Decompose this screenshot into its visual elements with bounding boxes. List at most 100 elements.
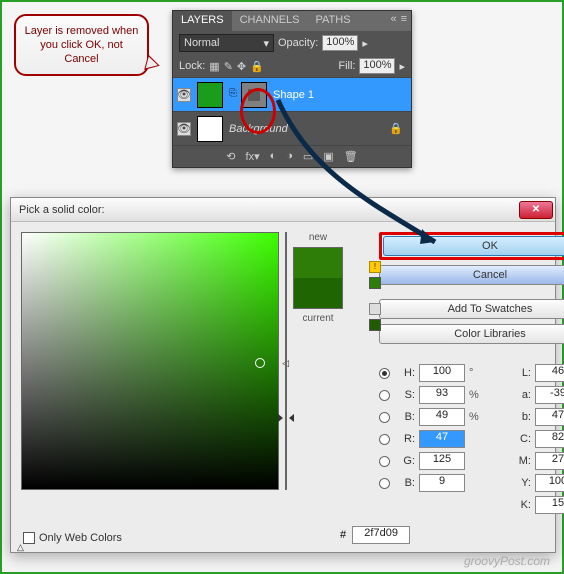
color-field[interactable] — [21, 232, 279, 490]
panel-menu-icon[interactable]: ≡ — [401, 13, 407, 29]
opacity-label: Opacity: — [278, 37, 318, 49]
radio-b[interactable] — [379, 412, 390, 423]
input-b[interactable]: 49 — [419, 408, 465, 426]
current-label: current — [302, 313, 333, 324]
color-compare-swatch — [293, 247, 343, 309]
adjustment-icon[interactable]: ◑ — [286, 150, 293, 163]
radio-h[interactable] — [379, 368, 390, 379]
input-g[interactable]: 125 — [419, 452, 465, 470]
tab-paths[interactable]: PATHS — [308, 11, 359, 31]
color-libraries-button[interactable]: Color Libraries — [379, 324, 564, 344]
layer-color-thumb[interactable] — [197, 82, 223, 108]
add-to-swatches-button[interactable]: Add To Swatches — [379, 299, 564, 319]
lock-transparent-icon[interactable]: ▦ — [209, 60, 219, 73]
close-button[interactable]: ✕ — [519, 201, 553, 219]
layers-footer: ⟲ fx▾ ◐ ◑ ▭ ▣ 🗑 — [173, 145, 411, 167]
current-color-swatch[interactable] — [294, 278, 342, 308]
label-m: M: — [513, 455, 531, 467]
blend-mode-value: Normal — [184, 37, 219, 49]
radio-r[interactable] — [379, 434, 390, 445]
layer-item-background[interactable]: 👁 Background 🔒 — [173, 111, 411, 145]
color-field-cursor — [255, 358, 265, 368]
hue-slider[interactable] — [285, 232, 287, 490]
link-layers-icon[interactable]: ⟲ — [226, 150, 235, 163]
group-icon[interactable]: ▭ — [303, 150, 313, 163]
visibility-toggle[interactable]: 👁 — [177, 122, 191, 136]
opacity-input[interactable]: 100% — [322, 35, 358, 51]
fill-label: Fill: — [338, 60, 355, 72]
fill-input[interactable]: 100% — [359, 58, 395, 74]
input-l[interactable]: 46 — [535, 364, 564, 382]
layer-thumb[interactable] — [197, 116, 223, 142]
gamut-warning-icon[interactable]: ! — [369, 261, 381, 273]
web-colors-checkbox[interactable] — [23, 532, 35, 544]
titlebar[interactable]: Pick a solid color: ✕ — [11, 198, 555, 222]
trash-icon[interactable]: 🗑 — [344, 150, 358, 163]
input-a[interactable]: -39 — [535, 386, 564, 404]
tab-layers[interactable]: LAYERS — [173, 11, 232, 31]
websafe-swatch[interactable] — [369, 319, 381, 331]
color-picker-dialog: Pick a solid color: ✕ ◁ △ new current ! — [10, 197, 556, 553]
radio-s[interactable] — [379, 390, 390, 401]
mask-icon[interactable]: ◐ — [270, 150, 277, 163]
label-y: Y: — [513, 477, 531, 489]
lock-label: Lock: — [179, 60, 205, 72]
unit-b: % — [469, 411, 485, 423]
label-c: C: — [513, 433, 531, 445]
unit-s: % — [469, 389, 485, 401]
web-colors-label: Only Web Colors — [39, 532, 122, 544]
label-b: B: — [397, 411, 415, 423]
cancel-button[interactable]: Cancel — [379, 265, 564, 285]
radio-bb[interactable] — [379, 478, 390, 489]
label-k: K: — [513, 499, 531, 511]
gamut-swatch[interactable] — [369, 277, 381, 289]
unit-h: ° — [469, 367, 485, 379]
label-a: a: — [513, 389, 531, 401]
tab-channels[interactable]: CHANNELS — [232, 11, 308, 31]
label-l: L: — [513, 367, 531, 379]
blend-mode-select[interactable]: Normal ▾ — [179, 34, 274, 52]
label-g: G: — [397, 455, 415, 467]
new-color-swatch[interactable] — [294, 248, 342, 278]
ok-highlight: OK — [379, 232, 564, 260]
panel-collapse-icon[interactable]: « — [390, 13, 396, 29]
layer-name: Background — [229, 123, 288, 135]
callout-tail — [144, 54, 162, 73]
lock-icon: 🔒 — [389, 122, 403, 135]
input-h[interactable]: 100 — [419, 364, 465, 382]
label-r: R: — [397, 433, 415, 445]
input-k[interactable]: 15 — [535, 496, 564, 514]
input-s[interactable]: 93 — [419, 386, 465, 404]
layers-tabs: LAYERS CHANNELS PATHS « ≡ — [173, 11, 411, 31]
lock-move-icon[interactable]: ✥ — [237, 60, 246, 73]
input-bb[interactable]: 9 — [419, 474, 465, 492]
layer-item-shape1[interactable]: 👁 ⎘ Shape 1 — [173, 77, 411, 111]
visibility-toggle[interactable]: 👁 — [177, 88, 191, 102]
input-m[interactable]: 27 — [535, 452, 564, 470]
input-lab-b[interactable]: 47 — [535, 408, 564, 426]
ok-button[interactable]: OK — [383, 236, 564, 256]
label-bb: B: — [397, 477, 415, 489]
lock-brush-icon[interactable]: ✎ — [224, 60, 233, 73]
opacity-chevron-icon[interactable]: ▸ — [362, 37, 368, 50]
fx-icon[interactable]: fx▾ — [246, 150, 260, 163]
color-values-grid: H:100° L:46 S:93% a:-39 B:49% b:47 R:47 … — [379, 364, 564, 514]
input-c[interactable]: 82 — [535, 430, 564, 448]
callout-text: Layer is removed when you click OK, not … — [22, 24, 141, 66]
layers-panel: LAYERS CHANNELS PATHS « ≡ Normal ▾ Opaci… — [172, 10, 412, 168]
lock-all-icon[interactable]: 🔒 — [250, 60, 264, 73]
label-s: S: — [397, 389, 415, 401]
label-lab-b: b: — [513, 411, 531, 423]
fill-chevron-icon[interactable]: ▸ — [399, 60, 405, 73]
radio-g[interactable] — [379, 456, 390, 467]
input-hex[interactable]: 2f7d09 — [352, 526, 410, 544]
websafe-warning-icon[interactable] — [369, 303, 381, 315]
hash-label: # — [340, 529, 346, 541]
input-r[interactable]: 47 — [419, 430, 465, 448]
layer-list: 👁 ⎘ Shape 1 👁 Background 🔒 — [173, 77, 411, 145]
label-h: H: — [397, 367, 415, 379]
layer-mask-thumb[interactable] — [241, 82, 267, 108]
input-y[interactable]: 100 — [535, 474, 564, 492]
link-icon: ⎘ — [229, 88, 235, 102]
new-layer-icon[interactable]: ▣ — [323, 150, 333, 163]
